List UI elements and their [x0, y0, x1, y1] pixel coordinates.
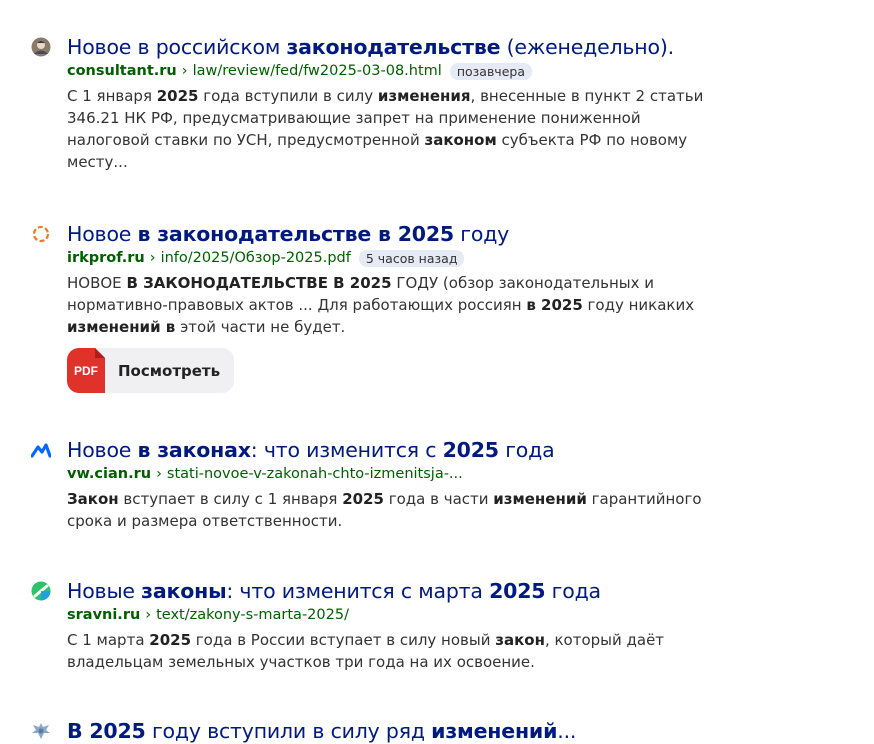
- highlighted-text: в законах: [137, 438, 251, 462]
- date-badge: 5 часов назад: [358, 249, 465, 267]
- result-path-link[interactable]: info/2025/Обзор-2025.pdf: [161, 250, 351, 266]
- text-run: гарантийного: [586, 490, 702, 508]
- highlighted-text: изменений: [493, 490, 587, 508]
- snippet-line: владельцам земельных участков три года н…: [67, 651, 730, 673]
- highlighted-text: 2025: [156, 87, 199, 105]
- snippet-line: изменений в этой части не будет.: [67, 316, 730, 338]
- snippet-line: 346.21 НК РФ, предусматривающие запрет н…: [67, 107, 730, 129]
- snippet-line: С 1 января 2025 года вступили в силу изм…: [67, 85, 730, 107]
- search-result: Новое в законах: что изменится с 2025 го…: [30, 437, 730, 532]
- text-run: , который даёт: [544, 631, 665, 649]
- text-run: (еженедельно).: [500, 35, 675, 59]
- text-run: вступает в силу с 1 января: [118, 490, 343, 508]
- breadcrumb-separator: ›: [149, 250, 156, 266]
- breadcrumb-separator: ›: [156, 466, 162, 482]
- text-run: : что изменится с: [250, 438, 443, 462]
- sravni-logo-icon: [30, 580, 52, 602]
- highlighted-text: Закон: [67, 490, 119, 508]
- highlighted-text: в законодательстве в 2025: [137, 222, 455, 246]
- text-run: НОВОЕ: [67, 274, 127, 292]
- text-run: Новое: [67, 438, 138, 462]
- search-result: Новые законы: что изменится с марта 2025…: [30, 578, 730, 673]
- result-snippet: Закон вступает в силу с 1 января 2025 го…: [67, 488, 730, 532]
- highlighted-text: законодательстве: [286, 35, 501, 59]
- text-run: года в России вступает в силу новый: [191, 631, 496, 649]
- text-run: Новое: [67, 222, 138, 246]
- highlighted-text: законы: [141, 579, 227, 603]
- highlighted-text: В ЗАКОНОДАТЕЛЬСТВЕ В 2025: [126, 274, 392, 292]
- result-domain-link[interactable]: consultant.ru: [67, 63, 177, 79]
- pdf-view-button[interactable]: PDF Посмотреть: [67, 348, 234, 393]
- highlighted-text: В 2025: [67, 719, 146, 743]
- text-run: года вступили в силу: [198, 87, 378, 105]
- text-run: ГОДУ (обзор законодательных и: [391, 274, 655, 292]
- breadcrumb-separator: ›: [145, 607, 152, 623]
- highlighted-text: изменения: [377, 87, 471, 105]
- result-title-link[interactable]: Новое в российском законодательстве (еже…: [67, 35, 674, 59]
- search-result: Новое в законодательстве в 2025 году irk…: [30, 221, 730, 397]
- result-path-link[interactable]: law/review/fed/fw2025-03-08.html: [193, 63, 442, 79]
- text-run: С 1 января: [67, 87, 157, 105]
- text-run: года: [545, 579, 601, 603]
- result-domain-link[interactable]: sravni.ru: [67, 607, 140, 623]
- result-domain-link[interactable]: irkprof.ru: [67, 250, 145, 266]
- result-title-link[interactable]: Новое в законодательстве в 2025 году: [67, 222, 509, 246]
- text-run: году никаких: [582, 296, 695, 314]
- snippet-line: срока и размера ответственности.: [67, 510, 730, 532]
- text-run: Новые: [67, 579, 142, 603]
- search-result: В 2025 году вступили в силу ряд изменени…: [30, 718, 730, 744]
- result-domain-link[interactable]: vw.cian.ru: [67, 466, 151, 482]
- snippet-line: месту...: [67, 151, 730, 173]
- result-title-link[interactable]: Новые законы: что изменится с марта 2025…: [67, 579, 601, 603]
- search-result: Новое в российском законодательстве (еже…: [30, 34, 730, 173]
- text-run: года: [498, 438, 555, 462]
- breadcrumb-separator: ›: [181, 63, 188, 79]
- text-run: Новое в российском: [67, 35, 287, 59]
- result-snippet: С 1 марта 2025 года в России вступает в …: [67, 629, 730, 673]
- result-snippet: НОВОЕ В ЗАКОНОДАТЕЛЬСТВЕ В 2025 ГОДУ (об…: [67, 272, 730, 338]
- text-run: владельцам земельных участков три года н…: [67, 653, 535, 671]
- highlighted-text: изменений в: [67, 318, 176, 336]
- pdf-view-label: Посмотреть: [118, 361, 221, 380]
- text-run: С 1 марта: [67, 631, 150, 649]
- text-run: ...: [557, 719, 577, 743]
- text-run: этой части не будет.: [175, 318, 346, 336]
- result-title-link[interactable]: В 2025 году вступили в силу ряд изменени…: [67, 719, 576, 743]
- snippet-line: С 1 марта 2025 года в России вступает в …: [67, 629, 730, 651]
- pdf-file-icon: PDF: [67, 348, 105, 393]
- text-run: : что изменится с марта: [226, 579, 490, 603]
- snippet-line: нормативно-правовых актов ... Для работа…: [67, 294, 730, 316]
- text-run: , внесенные в пункт 2 статьи: [470, 87, 704, 105]
- result-path-link[interactable]: text/zakony-s-marta-2025/: [156, 607, 349, 623]
- snippet-line: НОВОЕ В ЗАКОНОДАТЕЛЬСТВЕ В 2025 ГОДУ (об…: [67, 272, 730, 294]
- text-run: налоговой ставки по УСН, предусмотренной: [67, 131, 425, 149]
- consultant-avatar-icon: [30, 36, 52, 58]
- text-run: 346.21 НК РФ, предусматривающие запрет н…: [67, 109, 641, 127]
- highlighted-text: закон: [495, 631, 545, 649]
- svg-text:PDF: PDF: [74, 364, 98, 378]
- text-run: году вступили в силу ряд: [145, 719, 432, 743]
- highlighted-text: 2025: [342, 490, 384, 508]
- cian-logo-icon: [30, 439, 52, 461]
- text-run: нормативно-правовых актов ... Для работа…: [67, 296, 527, 314]
- result-snippet: С 1 января 2025 года вступили в силу изм…: [67, 85, 730, 173]
- emblem-eagle-icon: [30, 720, 52, 742]
- snippet-line: Закон вступает в силу с 1 января 2025 го…: [67, 488, 730, 510]
- text-run: года в части: [383, 490, 494, 508]
- snippet-line: налоговой ставки по УСН, предусмотренной…: [67, 129, 730, 151]
- highlighted-text: 2025: [149, 631, 192, 649]
- irkprof-ring-icon: [30, 223, 52, 245]
- text-run: году: [453, 222, 510, 246]
- highlighted-text: 2025: [442, 438, 499, 462]
- highlighted-text: 2025: [489, 579, 546, 603]
- highlighted-text: в 2025: [526, 296, 583, 314]
- date-badge: позавчера: [449, 62, 532, 80]
- text-run: субъекта РФ по новому: [496, 131, 688, 149]
- highlighted-text: законом: [424, 131, 497, 149]
- result-title-link[interactable]: Новое в законах: что изменится с 2025 го…: [67, 438, 555, 462]
- text-run: месту...: [67, 153, 128, 171]
- result-path-link[interactable]: stati-novoe-v-zakonah-chto-izmenitsja-..…: [167, 466, 463, 482]
- highlighted-text: изменений: [431, 719, 558, 743]
- text-run: срока и размера ответственности.: [67, 512, 343, 530]
